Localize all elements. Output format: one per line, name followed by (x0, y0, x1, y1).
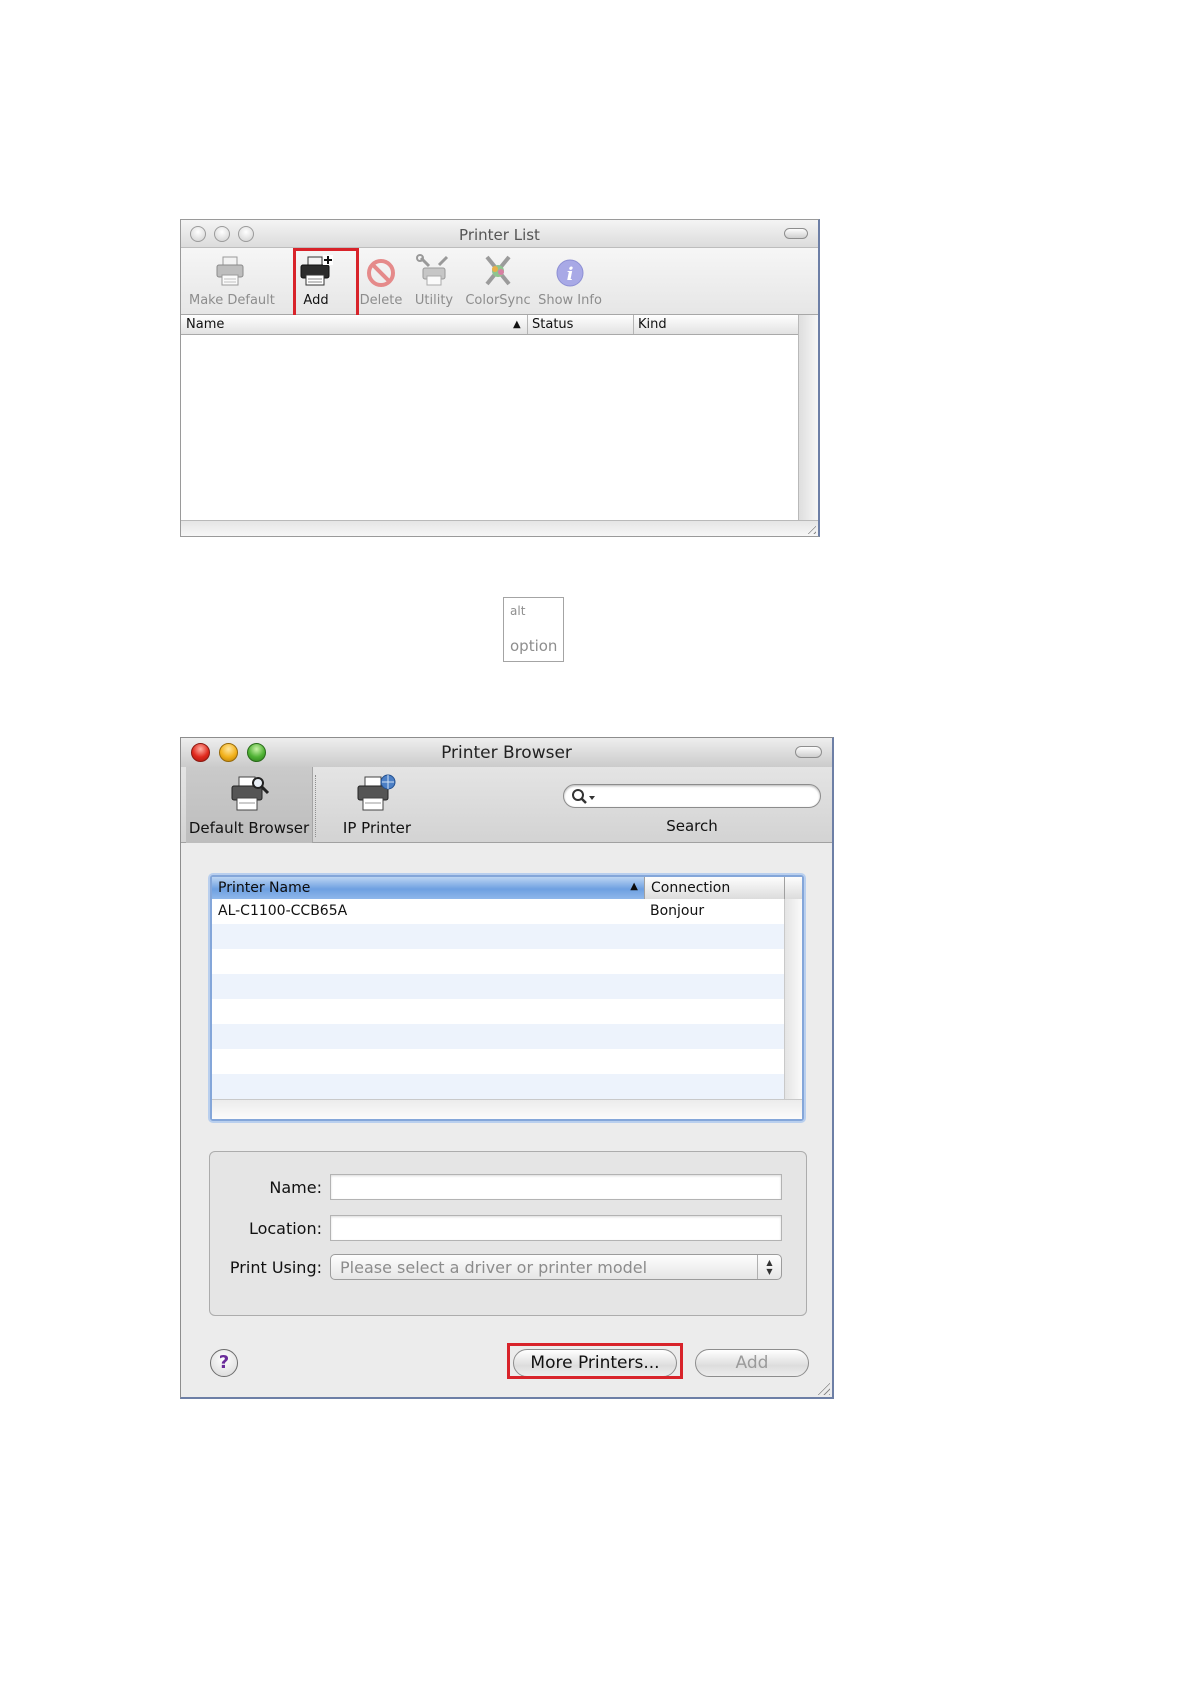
printer-list-window: Printer List Make Default Add Delete Uti… (180, 219, 820, 537)
printer-icon (216, 256, 244, 286)
window-title: Printer List (459, 226, 540, 244)
sort-ascending-icon: ▲ (630, 881, 638, 892)
print-using-value: Please select a driver or printer model (340, 1258, 648, 1277)
printer-table-header: Printer Name ▲ Connection (212, 877, 802, 899)
ip-printer-icon (357, 774, 396, 811)
table-row-empty (212, 924, 784, 949)
printer-name-cell: AL-C1100-CCB65A (218, 903, 348, 919)
toolbar-separator (315, 775, 316, 837)
info-icon: i (556, 259, 584, 287)
delete-label: Delete (359, 293, 403, 308)
connection-cell: Bonjour (650, 903, 705, 919)
add-button[interactable]: Add (695, 1349, 809, 1377)
ip-printer-button[interactable]: IP Printer (329, 767, 425, 843)
more-printers-highlight-box (507, 1343, 683, 1379)
up-down-arrows-icon: ▲ ▼ (757, 1255, 781, 1279)
option-key: alt option (503, 597, 564, 662)
printer-table: Printer Name ▲ Connection AL-C1100-CCB65… (210, 875, 804, 1121)
column-printer-name[interactable]: Printer Name ▲ (212, 877, 644, 899)
colorsync-icon (485, 255, 511, 286)
make-default-label: Make Default (189, 293, 275, 308)
toolbar-toggle-button[interactable] (795, 746, 822, 758)
key-alt-label: alt (510, 604, 526, 618)
table-row-empty (212, 1074, 784, 1099)
print-using-popup[interactable]: Please select a driver or printer model … (330, 1254, 782, 1280)
default-browser-icon (231, 776, 270, 811)
column-kind[interactable]: Kind (638, 317, 667, 332)
add-highlight-box (293, 248, 359, 318)
column-status[interactable]: Status (532, 317, 573, 332)
utility-label: Utility (414, 293, 454, 308)
key-option-label: option (510, 637, 558, 655)
printer-list-table[interactable] (181, 336, 798, 520)
table-row-empty (212, 974, 784, 999)
printer-browser-toolbar: Default Browser IP Printer Search (181, 767, 832, 843)
delete-printer-button[interactable]: Delete (356, 254, 406, 308)
make-default-button[interactable]: Make Default (189, 254, 275, 308)
search-icon (572, 789, 595, 804)
ip-printer-label: IP Printer (342, 819, 412, 837)
location-field[interactable] (330, 1215, 782, 1241)
table-row[interactable]: AL-C1100-CCB65A Bonjour (212, 899, 784, 924)
show-info-label: Show Info (538, 293, 602, 308)
search-label: Search (666, 817, 718, 835)
table-row-empty (212, 1049, 784, 1074)
default-browser-button[interactable]: Default Browser (186, 767, 313, 843)
printer-details-group: Name: Location: Print Using: Please sele… (209, 1151, 807, 1316)
name-label: Name: (269, 1178, 322, 1197)
column-connection[interactable]: Connection (644, 877, 784, 899)
window-title: Printer Browser (441, 743, 572, 763)
default-browser-label: Default Browser (188, 819, 310, 837)
delete-icon (367, 259, 395, 287)
search-input[interactable] (563, 784, 821, 808)
printer-list-toolbar: Make Default Add Delete Utility ColorSyn… (181, 248, 818, 318)
location-label: Location: (248, 1219, 322, 1238)
table-row-empty (212, 999, 784, 1024)
sort-ascending-icon: ▲ (513, 319, 521, 330)
vertical-scrollbar[interactable] (798, 315, 818, 520)
column-printer-name-label: Printer Name (218, 880, 311, 896)
horizontal-scrollbar[interactable] (181, 520, 818, 536)
printer-browser-window: Printer Browser Default Browser IP Print… (180, 737, 834, 1399)
utility-button[interactable]: Utility (408, 254, 460, 308)
column-name[interactable]: Name (186, 317, 224, 332)
resize-grip-icon[interactable] (816, 1381, 830, 1395)
print-using-label: Print Using: (229, 1258, 322, 1277)
utility-icon (416, 254, 449, 286)
printer-table-rows: AL-C1100-CCB65A Bonjour (212, 899, 784, 1099)
svg-text:i: i (567, 264, 574, 285)
colorsync-label: ColorSync (465, 293, 531, 308)
printer-list-titlebar: Printer List (181, 220, 818, 248)
printer-list-column-header: Name ▲ Status Kind (181, 315, 798, 335)
column-connection-label: Connection (651, 880, 731, 896)
table-row-empty (212, 1024, 784, 1049)
help-button[interactable]: ? (210, 1349, 238, 1377)
printer-browser-titlebar: Printer Browser (181, 738, 832, 767)
horizontal-scrollbar[interactable] (212, 1099, 802, 1119)
show-info-button[interactable]: i Show Info (536, 254, 604, 308)
name-field[interactable] (330, 1174, 782, 1200)
table-row-empty (212, 949, 784, 974)
colorsync-button[interactable]: ColorSync (463, 254, 533, 308)
column-header-end (784, 877, 802, 899)
vertical-scrollbar[interactable] (784, 899, 802, 1099)
toolbar-toggle-button[interactable] (784, 228, 808, 239)
